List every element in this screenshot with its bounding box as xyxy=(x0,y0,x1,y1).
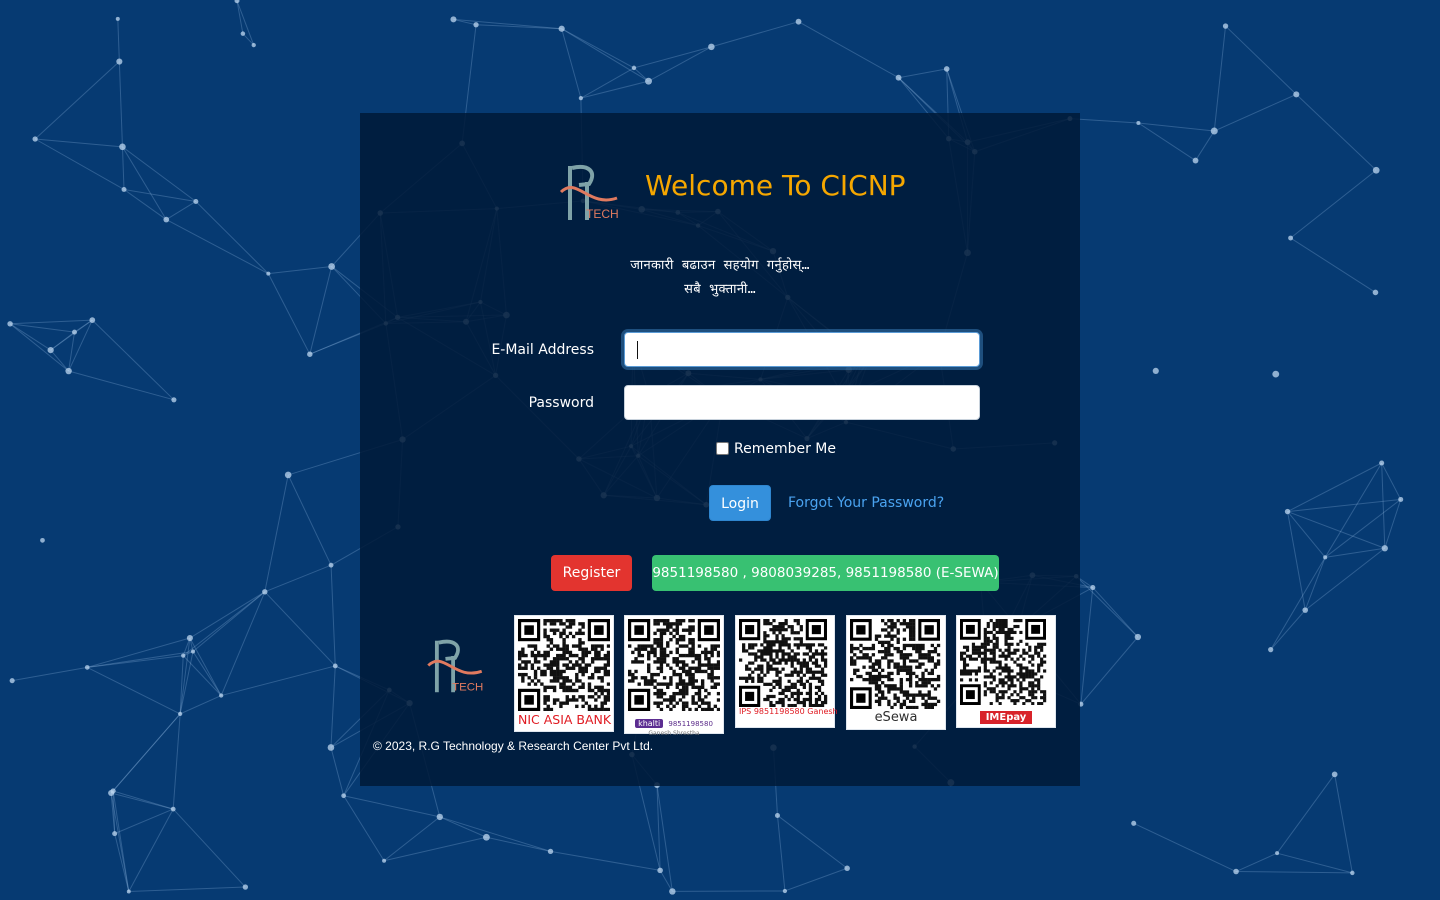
remember-me-row[interactable]: Remember Me xyxy=(716,441,836,457)
qr-code-icon xyxy=(960,619,1047,705)
phone-numbers-button[interactable]: 9851198580 , 9808039285, 9851198580 (E-S… xyxy=(652,555,999,591)
qr-caption: NIC ASIA BANK xyxy=(518,712,612,727)
email-label: E-Mail Address xyxy=(491,342,594,358)
qr-code-icon xyxy=(628,619,720,711)
login-button[interactable]: Login xyxy=(709,485,771,521)
qr-caption-name: Ganesh xyxy=(807,707,838,716)
copyright-footer: © 2023, R.G Technology & Research Center… xyxy=(373,739,654,753)
qr-caption-ips: IPS 9851198580 Ganesh xyxy=(739,707,838,716)
text-caret xyxy=(637,341,638,359)
qr-nic-asia-bank: NIC ASIA BANK xyxy=(514,615,614,732)
remember-me-checkbox[interactable] xyxy=(716,441,729,455)
qr-caption-imepay-wrap: IMEpay xyxy=(960,705,1052,724)
remember-me-label[interactable]: Remember Me xyxy=(734,441,836,457)
qr-caption-esewa: eSewa xyxy=(874,710,918,725)
qr-caption-number: 9851198580 xyxy=(753,707,805,716)
forgot-password-link[interactable]: Forgot Your Password? xyxy=(788,495,944,511)
qr-esewa: eSewa xyxy=(846,615,946,730)
logo-brand-text: TECH xyxy=(586,207,619,221)
rg-tech-logo-small: TECH xyxy=(427,639,483,693)
tagline-line-2: सबै भुक्तानी… xyxy=(684,282,756,297)
register-button[interactable]: Register xyxy=(551,555,632,591)
qr-khalti: khalti 9851198580 Ganesh Shrestha xyxy=(624,615,724,737)
khalti-logo-icon: khalti xyxy=(635,719,664,728)
rg-tech-logo: TECH xyxy=(559,165,619,221)
password-field[interactable] xyxy=(624,385,980,420)
login-panel: TECH Welcome To CICNP जानकारी बढाउन सहयो… xyxy=(360,113,1080,786)
tagline-line-1: जानकारी बढाउन सहयोग गर्नुहोस्… xyxy=(630,258,810,273)
qr-connect-ips: IPS 9851198580 Ganesh xyxy=(735,615,838,728)
logo-small-brand-text: TECH xyxy=(452,681,483,693)
qr-caption-number: 9851198580 xyxy=(668,720,713,728)
qr-code-icon xyxy=(518,619,610,711)
qr-caption-imepay: IMEpay xyxy=(979,711,1033,724)
ips-logo-icon: IPS xyxy=(739,707,752,716)
qr-caption-khalti: khalti 9851198580 Ganesh Shrestha xyxy=(628,711,720,737)
qr-caption-name: Ganesh Shrestha xyxy=(648,730,700,737)
email-field[interactable] xyxy=(624,332,980,367)
password-label: Password xyxy=(528,395,594,411)
qr-code-icon xyxy=(850,619,941,709)
qr-code-icon xyxy=(739,619,828,707)
page-title: Welcome To CICNP xyxy=(645,169,906,202)
qr-imepay: IMEpay xyxy=(956,615,1056,728)
